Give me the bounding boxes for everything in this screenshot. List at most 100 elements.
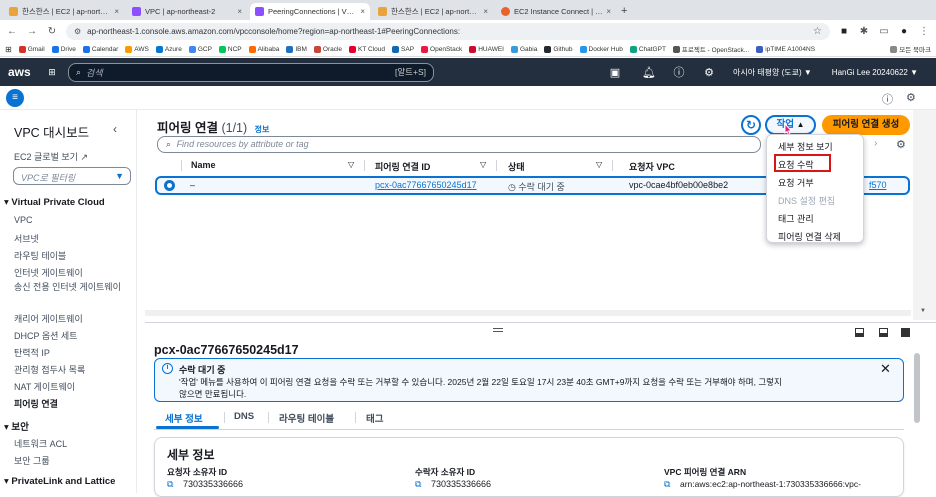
- account-menu[interactable]: HanGi Lee 20240622 ▼: [832, 68, 918, 77]
- sidebar-item-peering-connections[interactable]: 피어링 연결: [14, 397, 58, 410]
- menu-item-accept-request[interactable]: 요청 수락: [778, 158, 814, 171]
- close-tab-icon[interactable]: ×: [114, 7, 119, 16]
- bookmark[interactable]: SAP: [392, 45, 414, 53]
- sidebar-item-managed-prefix-lists[interactable]: 관리형 접두사 목록: [14, 363, 85, 376]
- bookmark[interactable]: Github: [544, 45, 573, 53]
- table-scrollbar[interactable]: [145, 310, 911, 316]
- info-link[interactable]: 정보: [255, 125, 270, 134]
- sort-icon[interactable]: ▽: [596, 160, 602, 169]
- panel-drag-handle[interactable]: [493, 328, 503, 332]
- bookmark[interactable]: AWS: [125, 45, 149, 53]
- sidebar-section-vpc[interactable]: ▾ Virtual Private Cloud: [4, 197, 105, 208]
- sidebar-item-route-tables[interactable]: 라우팅 테이블: [14, 249, 66, 262]
- close-tab-icon[interactable]: ×: [483, 7, 488, 16]
- copy-icon[interactable]: ⧉: [664, 479, 670, 490]
- table-settings-gear-icon[interactable]: ⚙: [896, 138, 906, 151]
- new-tab-icon[interactable]: +: [621, 5, 627, 17]
- panel-scrollbar[interactable]: [914, 353, 920, 423]
- bookmark[interactable]: Drive: [51, 45, 76, 53]
- bookmark[interactable]: ChatGPT: [629, 45, 666, 53]
- sort-icon[interactable]: ▽: [348, 160, 354, 169]
- bookmark[interactable]: Azure: [155, 45, 182, 53]
- create-peering-button[interactable]: 피어링 연결 생성: [822, 115, 910, 135]
- bookmark[interactable]: Oracle: [313, 45, 342, 53]
- sidebar-panel-icon[interactable]: ▭: [878, 26, 890, 37]
- bookmark[interactable]: HUAWEI: [469, 45, 504, 53]
- browser-tab[interactable]: 한스한스 | EC2 | ap-northeast ×: [4, 3, 124, 20]
- refresh-button[interactable]: ↻: [741, 115, 761, 135]
- copy-icon[interactable]: ⧉: [415, 479, 421, 490]
- forward-icon[interactable]: →: [26, 26, 38, 37]
- sort-icon[interactable]: ▽: [480, 160, 486, 169]
- reload-icon[interactable]: ↻: [46, 26, 58, 37]
- sidebar-title[interactable]: VPC 대시보드: [14, 122, 89, 141]
- address-bar[interactable]: ⚙ ap-northeast-1.console.aws.amazon.com/…: [66, 22, 830, 40]
- services-grid-icon[interactable]: ⊞: [42, 67, 62, 78]
- tab-details[interactable]: 세부 정보: [165, 411, 203, 425]
- row-accepter-vpc-link[interactable]: f570: [869, 180, 887, 190]
- browser-tab[interactable]: EC2 Instance Connect | ap-no×: [496, 3, 616, 20]
- bookmark-star-icon[interactable]: ☆: [813, 26, 822, 37]
- help-icon[interactable]: ⓘ: [669, 64, 689, 80]
- bookmark[interactable]: ipTIME A1004NS: [756, 45, 815, 53]
- sidebar-item-security-groups[interactable]: 보안 그룹: [14, 454, 50, 467]
- console-search-input[interactable]: ⌕ 검색 [알트+S]: [68, 62, 434, 82]
- sidebar-item-elastic-ips[interactable]: 탄력적 IP: [14, 346, 50, 359]
- menu-item-reject-request[interactable]: 요청 거부: [778, 176, 814, 189]
- info-panel-icon[interactable]: ⓘ: [882, 91, 893, 107]
- sidebar-item-subnets[interactable]: 서브넷: [14, 232, 39, 245]
- row-radio-selected[interactable]: [164, 180, 175, 191]
- sidebar-item-vpc[interactable]: VPC: [14, 215, 33, 225]
- tab-route-tables[interactable]: 라우팅 테이블: [279, 411, 334, 425]
- sidebar-item-network-acls[interactable]: 네트워크 ACL: [14, 437, 67, 450]
- sidebar-item-ec2-global-view[interactable]: EC2 글로벌 보기 ↗: [14, 150, 88, 163]
- pagination-next-icon[interactable]: ›: [874, 138, 877, 149]
- browser-menu-icon[interactable]: ⋮: [918, 26, 930, 37]
- column-header-peering-id[interactable]: 피어링 연결 ID: [375, 160, 430, 173]
- notification-panel-icon[interactable]: ⚙: [906, 91, 916, 104]
- vertical-scrollbar[interactable]: [913, 110, 936, 320]
- bookmark[interactable]: OpenStack: [421, 45, 462, 53]
- bookmark[interactable]: Alibaba: [248, 45, 279, 53]
- browser-tab[interactable]: VPC | ap-northeast-2 ×: [127, 3, 247, 20]
- bookmark[interactable]: Calendar: [82, 45, 118, 53]
- column-header-status[interactable]: 상태: [508, 160, 525, 173]
- bookmark[interactable]: Gmail: [18, 45, 45, 53]
- extensions-puzzle-icon[interactable]: ✱: [858, 26, 870, 37]
- bookmark[interactable]: NCP: [218, 45, 242, 53]
- close-tab-icon[interactable]: ×: [606, 7, 611, 16]
- sidebar-item-egress-only-igw[interactable]: 송신 전용 인터넷 게이트웨이: [14, 281, 126, 294]
- scroll-down-arrow-icon[interactable]: ▼: [920, 308, 926, 314]
- back-icon[interactable]: ←: [6, 26, 18, 37]
- bookmark[interactable]: KT Cloud: [349, 45, 385, 53]
- vpc-filter-select[interactable]: VPC로 필터링 ▼: [13, 167, 131, 185]
- aws-logo[interactable]: aws: [8, 65, 42, 79]
- menu-item-view-details[interactable]: 세부 정보 보기: [778, 140, 833, 153]
- sidebar-item-nat-gateways[interactable]: NAT 게이트웨이: [14, 380, 75, 393]
- menu-item-manage-tags[interactable]: 태그 관리: [778, 212, 814, 225]
- region-selector[interactable]: 아시아 태평양 (도쿄) ▼: [733, 67, 812, 78]
- notifications-bell-icon[interactable]: 🔔︎: [639, 66, 659, 79]
- bookmark[interactable]: IBM: [286, 45, 307, 53]
- column-header-requester-vpc[interactable]: 요청자 VPC: [629, 160, 675, 173]
- bookmark[interactable]: Docker Hub: [579, 45, 623, 53]
- sidebar-section-security[interactable]: ▾ 보안: [4, 419, 29, 433]
- panel-position-side-icon[interactable]: [879, 328, 888, 337]
- site-info-icon[interactable]: ⚙: [74, 27, 81, 36]
- all-bookmarks[interactable]: 모든 북마크: [890, 44, 931, 54]
- column-header-name[interactable]: Name: [191, 160, 216, 170]
- settings-gear-icon[interactable]: ⚙: [699, 66, 719, 79]
- bookmark[interactable]: GCP: [188, 45, 212, 53]
- sidebar-scrollbar[interactable]: [136, 162, 137, 282]
- cloudshell-icon[interactable]: ▣: [605, 66, 625, 79]
- menu-item-delete-peering[interactable]: 피어링 연결 삭제: [778, 230, 841, 243]
- extension-icon[interactable]: ■: [838, 26, 850, 37]
- bookmark[interactable]: 프로젝트 - OpenStack...: [672, 44, 749, 54]
- collapse-sidebar-icon[interactable]: ‹: [113, 122, 117, 136]
- close-tab-icon[interactable]: ×: [237, 7, 242, 16]
- profile-icon[interactable]: ●: [898, 26, 910, 37]
- copy-icon[interactable]: ⧉: [167, 479, 173, 490]
- sidebar-item-internet-gateways[interactable]: 인터넷 게이트웨이: [14, 266, 83, 279]
- sidebar-section-privatelink[interactable]: ▾ PrivateLink and Lattice: [4, 476, 115, 487]
- close-alert-icon[interactable]: ✕: [880, 361, 891, 377]
